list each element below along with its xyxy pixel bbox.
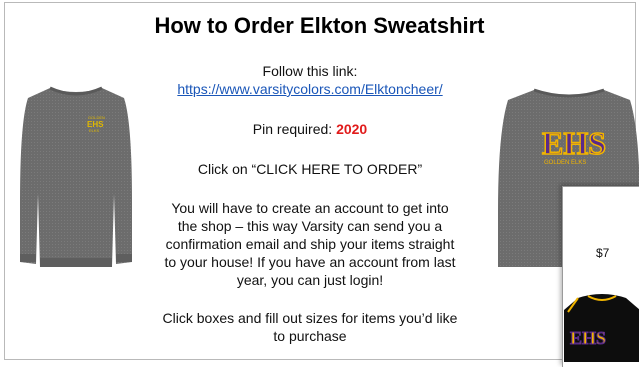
jersey-image: EHS [564,290,639,367]
left-logo-bottom: ELKS [89,128,100,133]
account-line-4: to your house! If you have an account fr… [164,254,456,270]
inset-price: $7 [596,246,610,260]
left-sweatshirt-image: GOLDEN EHS ELKS [16,82,136,277]
boxes-line-2: to purchase [273,328,347,344]
pin-required-line: Pin required: 2020 [140,120,480,138]
right-logo: EHS [542,125,606,161]
account-line-1: You will have to create an account to ge… [171,200,449,216]
follow-link-label: Follow this link: [262,63,358,79]
order-link-wrapper: https://www.varsitycolors.com/Elktonchee… [140,80,480,98]
order-link[interactable]: https://www.varsitycolors.com/Elktonchee… [177,81,442,97]
account-line-5: year, you can just login! [236,272,384,288]
boxes-line-1: Click boxes and fill out sizes for items… [162,310,458,326]
right-logo-sub: GOLDEN ELKS [544,160,586,166]
pin-label: Pin required: [252,121,337,137]
page-title: How to Order Elkton Sweatshirt [154,13,485,38]
account-line-3: confirmation email and ship your items s… [165,236,455,252]
jersey-logo: EHS [570,328,606,348]
pin-code: 2020 [336,121,368,137]
account-line-2: the shop – this way Varsity can send you… [177,218,443,234]
click-instruction: Click on “CLICK HERE TO ORDER” [197,161,423,177]
